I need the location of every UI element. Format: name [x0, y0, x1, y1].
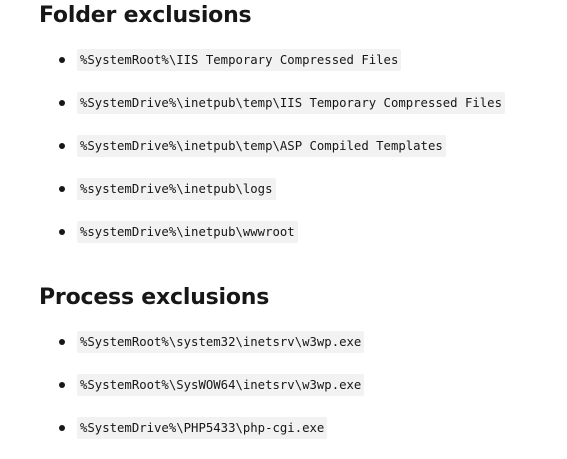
bullet-icon — [59, 382, 65, 388]
folder-exclusions-heading: Folder exclusions — [39, 3, 252, 28]
folder-path-code: %systemDrive%\inetpub\wwwroot — [77, 221, 298, 243]
bullet-icon — [59, 425, 65, 431]
bullet-icon — [59, 186, 65, 192]
process-path-code: %SystemRoot%\SysWOW64\inetsrv\w3wp.exe — [77, 374, 365, 396]
bullet-icon — [59, 143, 65, 149]
bullet-icon — [59, 57, 65, 63]
process-exclusions-heading: Process exclusions — [39, 285, 270, 310]
process-path-code: %SystemRoot%\system32\inetsrv\w3wp.exe — [77, 331, 365, 353]
folder-path-code: %SystemDrive%\inetpub\temp\IIS Temporary… — [77, 92, 505, 114]
bullet-icon — [59, 229, 65, 235]
process-path-code: %SystemDrive%\PHP5433\php-cgi.exe — [77, 417, 328, 439]
folder-path-code: %SystemRoot%\IIS Temporary Compressed Fi… — [77, 49, 402, 71]
folder-path-code: %systemDrive%\inetpub\logs — [77, 178, 276, 200]
bullet-icon — [59, 100, 65, 106]
document-page: Folder exclusions %SystemRoot%\IIS Tempo… — [0, 0, 567, 451]
bullet-icon — [59, 339, 65, 345]
folder-path-code: %SystemDrive%\inetpub\temp\ASP Compiled … — [77, 135, 446, 157]
